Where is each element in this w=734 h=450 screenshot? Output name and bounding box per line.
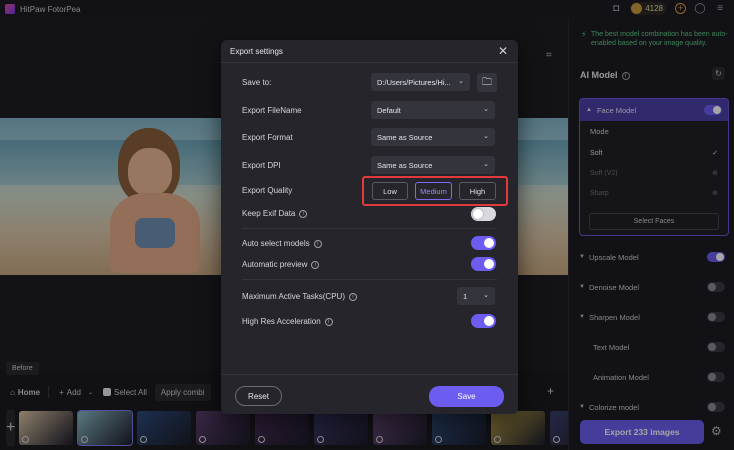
dialog-title: Export settings [230,47,283,56]
exif-label: Keep Exif Data i [242,209,308,218]
dpi-label: Export DPI [242,161,281,170]
dpi-select[interactable]: Same as Source ⌄ [371,156,495,174]
filename-label: Export FileName [242,106,302,115]
dialog-section-divider [242,228,497,229]
exif-toggle[interactable] [471,207,496,221]
info-icon[interactable]: i [299,209,308,218]
info-icon[interactable]: i [348,292,357,301]
high-res-toggle[interactable] [471,314,496,328]
save-button[interactable]: Save [429,386,504,407]
chevron-down-icon: ⌄ [483,133,489,140]
save-to-label: Save to: [242,78,272,87]
chevron-down-icon: ⌄ [483,161,489,168]
high-res-label: High Res Acceleration i [242,317,333,326]
auto-select-label: Auto select models i [242,239,322,248]
info-icon[interactable]: i [324,317,333,326]
chevron-down-icon: ⌄ [458,78,464,85]
dialog-divider [221,62,518,63]
chevron-down-icon: ⌄ [483,106,489,113]
auto-select-toggle[interactable] [471,236,496,250]
auto-preview-label: Automatic preview i [242,260,320,269]
save-to-path-select[interactable]: D:/Users/Pictures/Hi... ⌄ [371,73,470,91]
quality-low-button[interactable]: Low [372,182,408,200]
format-label: Export Format [242,133,293,142]
dialog-section-divider [242,279,497,280]
auto-preview-toggle[interactable] [471,257,496,271]
quality-label: Export Quality [242,186,293,195]
app-window: HitPaw FotorPea ◘ 4128 + ◯ ≡ ⌗ Before ⌂ … [0,0,734,450]
export-settings-dialog: Export settings ✕ Save to: D:/Users/Pict… [221,40,518,414]
filename-select[interactable]: Default ⌄ [371,101,495,119]
max-tasks-select[interactable]: 1 ⌄ [457,287,495,305]
toggle-knob [484,238,494,248]
close-icon[interactable]: ✕ [498,44,508,58]
reset-button[interactable]: Reset [235,386,282,406]
format-select[interactable]: Same as Source ⌄ [371,128,495,146]
folder-icon[interactable]: 🗀 [477,73,497,92]
toggle-knob [473,209,483,219]
chevron-down-icon: ⌄ [483,292,489,299]
dialog-footer-divider [221,374,518,375]
toggle-knob [484,259,494,269]
quality-high-button[interactable]: High [459,182,496,200]
toggle-knob [484,316,494,326]
max-tasks-label: Maximum Active Tasks(CPU) i [242,292,357,301]
info-icon[interactable]: i [311,260,320,269]
quality-medium-button[interactable]: Medium [415,182,452,200]
info-icon[interactable]: i [313,239,322,248]
